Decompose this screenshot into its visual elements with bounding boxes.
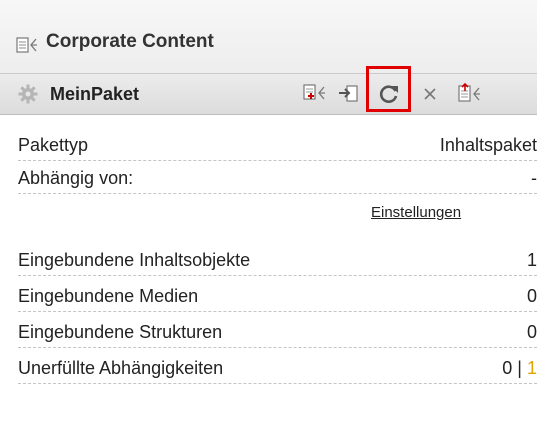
gear-icon[interactable] bbox=[18, 84, 38, 104]
package-toolbar: MeinPaket bbox=[0, 73, 537, 115]
abhaengig-label: Abhängig von: bbox=[18, 168, 134, 188]
inhaltsobjekte-label: Eingebundene Inhaltsobjekte bbox=[18, 250, 251, 270]
separator: | bbox=[517, 358, 522, 378]
unerfuellt-pending-count: 1 bbox=[526, 358, 537, 378]
unerfuellt-label: Unerfüllte Abhängigkeiten bbox=[18, 358, 224, 378]
medien-value: 0 bbox=[526, 286, 537, 306]
upload-content-icon[interactable] bbox=[457, 82, 481, 106]
refresh-button-highlight bbox=[366, 66, 411, 112]
package-name: MeinPaket bbox=[50, 84, 140, 104]
strukturen-value: 0 bbox=[526, 322, 537, 342]
unerfuellt-count: 0 bbox=[502, 358, 513, 378]
row-abhaengig: Abhängig von: - bbox=[18, 163, 537, 194]
pakettyp-value: Inhaltspaket bbox=[439, 135, 537, 155]
row-inhaltsobjekte: Eingebundene Inhaltsobjekte 1 bbox=[18, 245, 537, 276]
close-icon[interactable] bbox=[418, 82, 442, 106]
settings-link[interactable]: Einstellungen bbox=[371, 201, 461, 225]
medien-label: Eingebundene Medien bbox=[18, 286, 199, 306]
panel-title: Corporate Content bbox=[46, 31, 214, 52]
unerfuellt-value: 0 | 1 bbox=[502, 353, 537, 383]
abhaengig-value: - bbox=[531, 168, 537, 188]
pakettyp-label: Pakettyp bbox=[18, 135, 89, 155]
row-unerfuellt: Unerfüllte Abhängigkeiten 0 | 1 bbox=[18, 353, 537, 384]
row-strukturen: Eingebundene Strukturen 0 bbox=[18, 317, 537, 348]
add-content-icon[interactable] bbox=[302, 82, 326, 106]
content-list-icon bbox=[16, 37, 37, 53]
row-pakettyp: Pakettyp Inhaltspaket bbox=[18, 130, 537, 161]
import-icon[interactable] bbox=[336, 82, 360, 106]
strukturen-label: Eingebundene Strukturen bbox=[18, 322, 223, 342]
row-medien: Eingebundene Medien 0 bbox=[18, 281, 537, 312]
inhaltsobjekte-value: 1 bbox=[526, 250, 537, 270]
panel-header: Corporate Content bbox=[0, 0, 537, 84]
